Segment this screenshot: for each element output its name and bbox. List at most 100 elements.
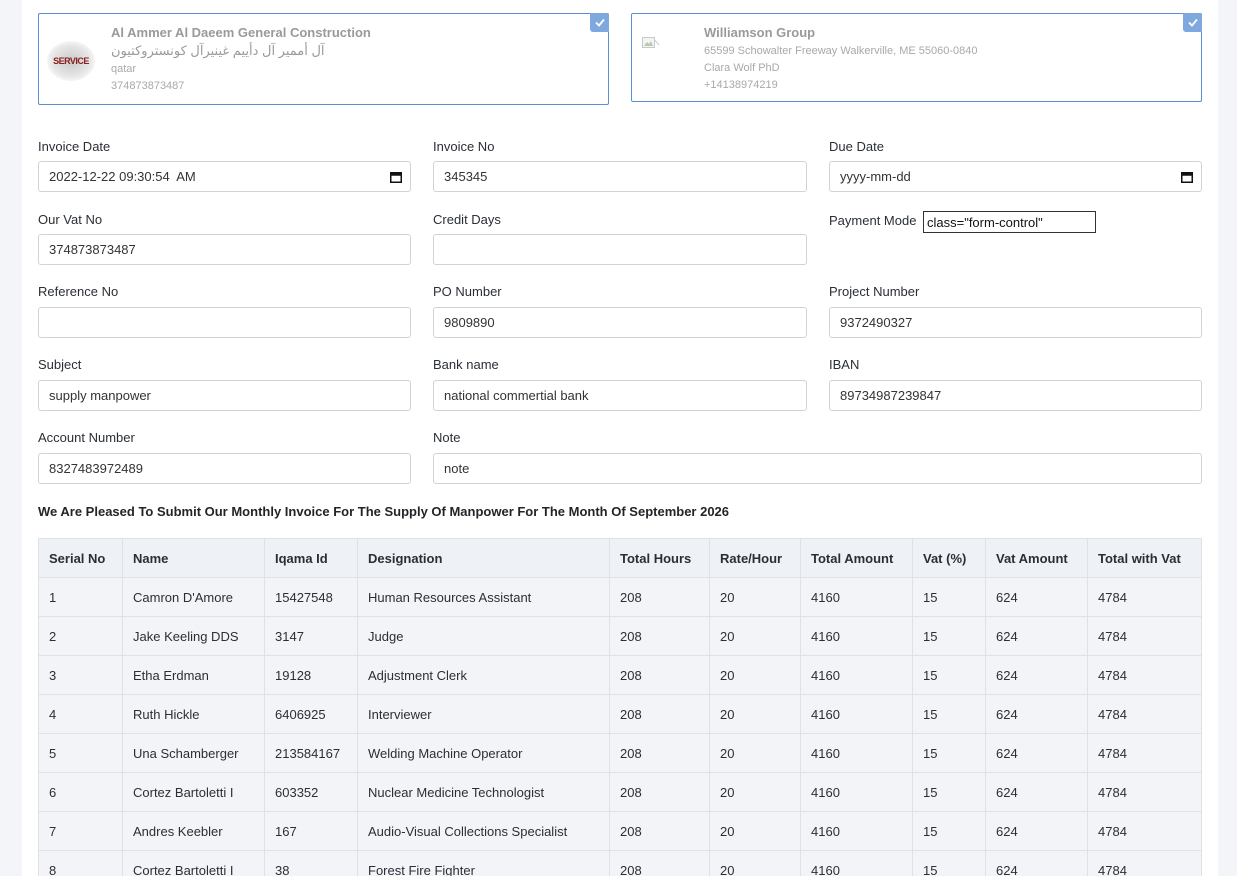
account-number-input[interactable]: 8327483972489 — [38, 453, 411, 484]
po-number-input[interactable]: 9809890 — [433, 307, 807, 338]
table-row: 4 Ruth Hickle 6406925 Interviewer 208 20 4160 1… — [38, 694, 1202, 734]
cell-iqama-id: 603352 — [264, 772, 358, 812]
cell-iqama-id: 15427548 — [264, 577, 358, 617]
cell-vat-amount: 624 — [985, 655, 1088, 695]
cell-vat-amount: 624 — [985, 694, 1088, 734]
cell-designation: Nuclear Medicine Technologist — [357, 772, 610, 812]
due-date-value: yyyy-mm-dd — [840, 169, 911, 184]
cell-total-amount: 4160 — [800, 772, 913, 812]
sender-name-arabic: آل أممير آل دأييم غينيرآل كونستروكتيون — [111, 43, 325, 58]
cell-vat-percent: 15 — [912, 772, 986, 812]
cell-rate-hour: 20 — [709, 694, 801, 734]
table-row: 6 Cortez Bartoletti I 603352 Nuclear Medici… — [38, 772, 1202, 812]
due-date-label: Due Date — [829, 139, 884, 154]
project-number-input[interactable]: 9372490327 — [829, 307, 1202, 338]
iban-input[interactable]: 89734987239847 — [829, 380, 1202, 411]
invoice-no-input[interactable]: 345345 — [433, 161, 807, 192]
cell-vat-amount: 624 — [985, 577, 1088, 617]
cell-rate-hour: 20 — [709, 577, 801, 617]
cell-name: Etha Erdman — [122, 655, 265, 695]
cell-rate-hour: 20 — [709, 850, 801, 876]
cell-total-amount: 4160 — [800, 850, 913, 876]
payment-mode-select[interactable]: class="form-control" — [923, 211, 1096, 233]
cell-serial-no: 1 — [38, 577, 123, 617]
cell-designation: Audio-Visual Collections Specialist — [357, 811, 610, 851]
cell-total-hours: 208 — [609, 850, 710, 876]
note-label: Note — [433, 430, 461, 445]
sender-selected-check-icon — [590, 13, 609, 32]
table-row: 7 Andres Keebler 167 Audio-Visual Collectio… — [38, 811, 1202, 851]
invoice-no-label: Invoice No — [433, 139, 495, 154]
credit-days-input[interactable] — [433, 234, 807, 265]
note-value: note — [444, 461, 470, 476]
table-row: 2 Jake Keeling DDS 3147 Judge 208 20 4160 15 624… — [38, 616, 1202, 656]
cell-vat-amount: 624 — [985, 616, 1088, 656]
reference-no-input[interactable] — [38, 307, 411, 338]
vat-no-input[interactable]: 374873873487 — [38, 234, 411, 265]
cell-iqama-id: 19128 — [264, 655, 358, 695]
col-total-with-vat: Total with Vat — [1087, 538, 1202, 578]
invoice-date-label: Invoice Date — [38, 139, 111, 154]
cell-name: Cortez Bartoletti I — [122, 850, 265, 876]
bank-name-label: Bank name — [433, 357, 499, 372]
cell-total-hours: 208 — [609, 694, 710, 734]
subject-value: supply manpower — [49, 388, 151, 403]
cell-vat-amount: 624 — [985, 850, 1088, 876]
col-total-amount: Total Amount — [800, 538, 913, 578]
cell-total-with-vat: 4784 — [1087, 850, 1202, 876]
invoice-page: SERVICE Al Ammer Al Daeem General Constr… — [22, 0, 1218, 876]
invoice-date-input[interactable]: 2022-12-22 09:30:54 AM — [38, 161, 411, 192]
subject-input[interactable]: supply manpower — [38, 380, 411, 411]
cell-total-amount: 4160 — [800, 694, 913, 734]
cell-total-hours: 208 — [609, 655, 710, 695]
col-name: Name — [122, 538, 265, 578]
col-serial-no: Serial No — [38, 538, 123, 578]
bank-name-input[interactable]: national commertial bank — [433, 380, 807, 411]
calendar-icon[interactable] — [1181, 171, 1193, 183]
cell-serial-no: 6 — [38, 772, 123, 812]
cell-serial-no: 8 — [38, 850, 123, 876]
cell-vat-percent: 15 — [912, 811, 986, 851]
client-selected-check-icon — [1183, 13, 1202, 32]
sender-logo: SERVICE — [47, 41, 95, 81]
due-date-input[interactable]: yyyy-mm-dd — [829, 161, 1202, 192]
cell-total-amount: 4160 — [800, 811, 913, 851]
cell-rate-hour: 20 — [709, 811, 801, 851]
cell-iqama-id: 38 — [264, 850, 358, 876]
cell-name: Cortez Bartoletti I — [122, 772, 265, 812]
iban-value: 89734987239847 — [840, 388, 942, 403]
cell-rate-hour: 20 — [709, 616, 801, 656]
po-number-label: PO Number — [433, 284, 502, 299]
col-designation: Designation — [357, 538, 610, 578]
cell-total-with-vat: 4784 — [1087, 577, 1202, 617]
note-input[interactable]: note — [433, 453, 1202, 484]
cell-total-amount: 4160 — [800, 655, 913, 695]
cell-serial-no: 2 — [38, 616, 123, 656]
cell-rate-hour: 20 — [709, 772, 801, 812]
bank-name-value: national commertial bank — [444, 388, 589, 403]
client-broken-image-icon — [642, 37, 660, 48]
cell-name: Andres Keebler — [122, 811, 265, 851]
client-name: Williamson Group — [704, 25, 816, 40]
cell-name: Camron D'Amore — [122, 577, 265, 617]
cell-designation: Interviewer — [357, 694, 610, 734]
cell-rate-hour: 20 — [709, 655, 801, 695]
col-iqama-id: Iqama Id — [264, 538, 358, 578]
cell-total-hours: 208 — [609, 733, 710, 773]
cell-total-with-vat: 4784 — [1087, 811, 1202, 851]
account-number-label: Account Number — [38, 430, 135, 445]
sender-card[interactable]: SERVICE Al Ammer Al Daeem General Constr… — [38, 13, 609, 105]
cell-total-with-vat: 4784 — [1087, 616, 1202, 656]
col-total-hours: Total Hours — [609, 538, 710, 578]
cell-iqama-id: 3147 — [264, 616, 358, 656]
cell-rate-hour: 20 — [709, 733, 801, 773]
calendar-icon[interactable] — [390, 171, 402, 183]
cell-total-amount: 4160 — [800, 733, 913, 773]
cell-name: Una Schamberger — [122, 733, 265, 773]
table-row: 8 Cortez Bartoletti I 38 Forest Fire Fighte… — [38, 850, 1202, 876]
col-vat-percent: Vat (%) — [912, 538, 986, 578]
cell-serial-no: 4 — [38, 694, 123, 734]
client-card[interactable]: Williamson Group 65599 Schowalter Freewa… — [631, 13, 1202, 102]
client-contact: Clara Wolf PhD — [704, 62, 780, 74]
table-row: 5 Una Schamberger 213584167 Welding Machine… — [38, 733, 1202, 773]
